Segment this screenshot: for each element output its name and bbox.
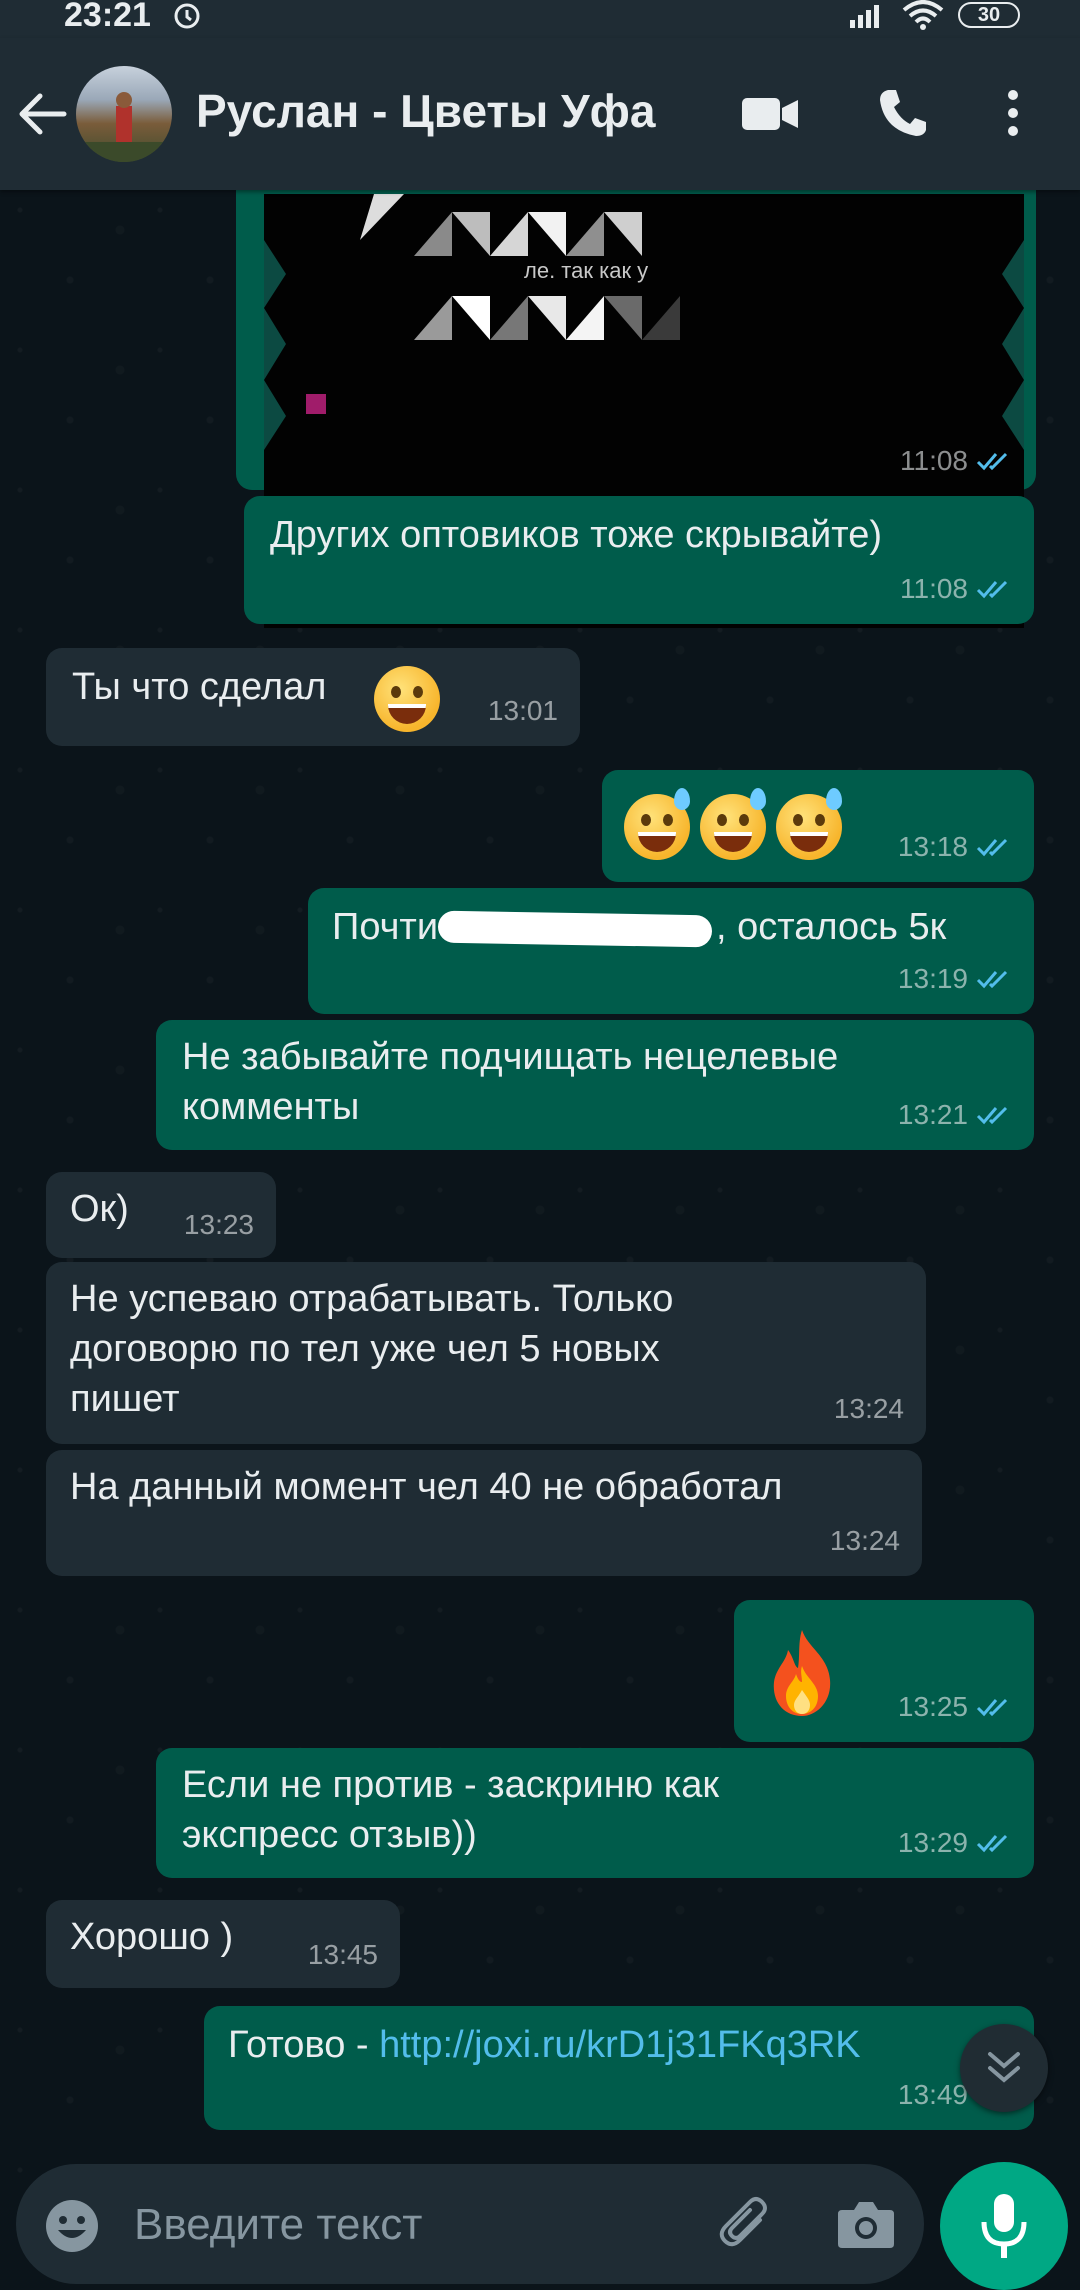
contact-name[interactable]: Руслан - Цветы Уфа	[196, 84, 655, 138]
message-meta: 13:24	[830, 1516, 900, 1566]
message-outgoing[interactable]: Других оптовиков тоже скрывайте) 11:08	[244, 496, 1034, 624]
attach-icon[interactable]	[716, 2194, 776, 2259]
message-meta: 13:19	[898, 954, 1012, 1004]
message-time: 13:45	[307, 1939, 378, 1970]
microphone-icon	[981, 2194, 1027, 2258]
wifi-icon	[902, 0, 944, 30]
status-time: 23:21	[64, 0, 151, 34]
message-text: Готово - http://joxi.ru/krD1j31FKq3RK	[228, 2020, 861, 2070]
chat-header: Руслан - Цветы Уфа	[0, 38, 1080, 190]
message-text-line: комменты	[182, 1086, 360, 1128]
grinning-sweat-emoji	[700, 788, 766, 860]
message-text: Других оптовиков тоже скрывайте)	[270, 514, 883, 556]
message-meta: 11:08	[900, 564, 1012, 614]
message-time: 11:08	[900, 445, 968, 476]
message-text-before: Готово -	[228, 2024, 380, 2066]
message-text-line: Если не против - заскриню как	[182, 1764, 719, 1806]
read-receipt-icon	[976, 838, 1008, 857]
message-meta: 11:08	[900, 436, 1012, 486]
message-meta: 13:21	[898, 1090, 1012, 1140]
fire-emoji	[773, 1630, 831, 1716]
message-text-line: пишет	[70, 1378, 180, 1420]
message-text: Ок)	[70, 1188, 129, 1230]
phone-call-icon[interactable]	[876, 86, 930, 145]
more-options-icon[interactable]	[1006, 88, 1020, 143]
video-call-icon[interactable]	[740, 94, 800, 139]
message-time: 11:08	[900, 573, 968, 604]
message-text: Почти , осталось 5к	[332, 902, 946, 952]
message-outgoing[interactable]: Не забывайте подчищать нецелевые коммент…	[156, 1020, 1034, 1150]
message-outgoing[interactable]: Готово - http://joxi.ru/krD1j31FKq3RK 13…	[204, 2006, 1034, 2130]
message-text-before: Почти	[332, 906, 439, 948]
read-receipt-icon	[976, 970, 1008, 989]
message-outgoing[interactable]: Если не против - заскриню как экспресс о…	[156, 1748, 1034, 1878]
message-text-after: , осталось 5к	[716, 906, 947, 948]
message-link[interactable]: http://joxi.ru/krD1j31FKq3RK	[379, 2024, 861, 2066]
message-incoming[interactable]: Ты что сделал 13:01	[46, 648, 580, 746]
back-arrow-icon[interactable]	[16, 90, 68, 143]
message-text-line: Не забывайте подчищать нецелевые	[182, 1036, 839, 1078]
message-meta: 13:18	[898, 822, 1012, 872]
message-meta: 13:29	[898, 1818, 1012, 1868]
voice-message-button[interactable]	[940, 2162, 1068, 2290]
message-meta: 13:45	[308, 1930, 378, 1980]
message-meta: 13:25	[898, 1682, 1012, 1732]
message-time: 13:49	[897, 2079, 968, 2110]
alarm-icon	[172, 0, 202, 35]
message-outgoing-emoji[interactable]: 13:25	[734, 1600, 1034, 1742]
status-icons: 30	[848, 0, 1020, 30]
screenshot-caption: ле. так как у	[524, 258, 649, 283]
message-meta: 13:24	[834, 1384, 904, 1434]
read-receipt-icon	[976, 1834, 1008, 1853]
emoji-icon[interactable]	[42, 2196, 102, 2261]
message-time: 13:24	[833, 1393, 904, 1424]
message-meta: 13:01	[488, 686, 558, 736]
message-time: 13:18	[897, 831, 968, 862]
avatar[interactable]	[76, 66, 172, 162]
message-incoming[interactable]: Хорошо ) 13:45	[46, 1900, 400, 1988]
message-time: 13:21	[897, 1099, 968, 1130]
message-text-line: Не успеваю отрабатывать. Только	[70, 1278, 674, 1320]
message-outgoing-emoji[interactable]: 13:18	[602, 770, 1034, 882]
message-text: Ты что сделал	[72, 666, 327, 708]
message-text-line: договорю по тел уже чел 5 новых	[70, 1328, 660, 1370]
message-input[interactable]: Введите текст	[134, 2200, 422, 2250]
message-image[interactable]: ле. так как у 11:08	[236, 150, 1036, 628]
read-receipt-icon	[976, 1698, 1008, 1717]
message-incoming[interactable]: Ок) 13:23	[46, 1172, 276, 1258]
status-bar: 23:21 30	[0, 0, 1080, 38]
camera-icon[interactable]	[836, 2198, 896, 2255]
message-time: 13:01	[487, 695, 558, 726]
grinning-sweat-emoji	[776, 788, 842, 860]
message-composer[interactable]: Введите текст	[16, 2164, 924, 2284]
message-meta: 13:23	[184, 1200, 254, 1250]
message-text: Хорошо )	[70, 1916, 234, 1958]
message-time: 13:24	[829, 1525, 900, 1556]
message-incoming[interactable]: Не успеваю отрабатывать. Только договорю…	[46, 1262, 926, 1444]
message-outgoing[interactable]: Почти , осталось 5к 13:19	[308, 888, 1034, 1014]
scroll-to-bottom-button[interactable]	[960, 2024, 1048, 2112]
message-time: 13:23	[183, 1209, 254, 1240]
double-chevron-down-icon	[988, 2052, 1020, 2083]
battery-indicator: 30	[958, 2, 1020, 28]
message-time: 13:29	[897, 1827, 968, 1858]
grinning-sweat-emoji	[624, 788, 690, 860]
read-receipt-icon	[976, 1106, 1008, 1125]
message-time: 13:19	[897, 963, 968, 994]
message-time: 13:25	[897, 1691, 968, 1722]
signal-icon	[850, 5, 879, 28]
read-receipt-icon	[976, 580, 1008, 599]
read-receipt-icon	[976, 452, 1008, 471]
grinning-face-emoji	[374, 666, 440, 732]
redaction-scribble	[437, 910, 713, 948]
message-incoming[interactable]: На данный момент чел 40 не обработал 13:…	[46, 1450, 922, 1576]
message-text: На данный момент чел 40 не обработал	[70, 1466, 783, 1508]
message-text-line: экспресс отзыв))	[182, 1814, 477, 1856]
